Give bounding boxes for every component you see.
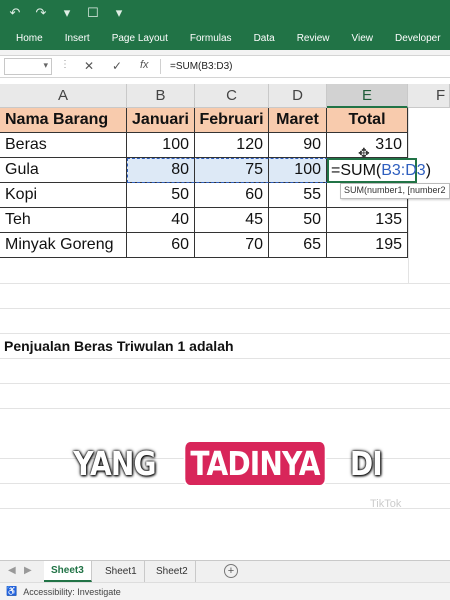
chevron-down-icon[interactable]: ▾ <box>43 60 48 71</box>
sheet-tab-sheet2[interactable]: Sheet2 <box>149 561 196 582</box>
table-cell[interactable]: 40 <box>127 208 195 233</box>
column-header-d[interactable]: D <box>269 84 327 108</box>
cancel-formula-button[interactable]: ✕ <box>84 59 94 73</box>
sheet-tab-bar: ◀ ▶ Sheet3 Sheet1 Sheet2 + <box>0 560 450 582</box>
video-caption: YANG TADINYA DI <box>0 440 450 487</box>
formula-input[interactable]: =SUM(B3:D3) <box>170 61 233 72</box>
column-header-f[interactable]: F <box>408 84 450 108</box>
table-cell[interactable]: 55 <box>269 183 327 208</box>
caption-highlight: TADINYA <box>183 440 327 487</box>
function-tooltip-text: SUM(number1, [number2 <box>344 185 446 195</box>
caption-word-highlighted: TADINYA <box>190 444 320 483</box>
sheet-tab-sheet3[interactable]: Sheet3 <box>44 561 92 582</box>
formula-bar: ▾ ⋮ ✕ ✓ fx =SUM(B3:D3) <box>0 56 450 78</box>
move-cursor-icon: ✥ <box>358 145 370 161</box>
table-cell[interactable]: Beras <box>0 133 127 158</box>
gridline <box>0 308 450 309</box>
tiktok-watermark: TikTok <box>370 498 402 510</box>
column-header-a[interactable]: A <box>0 84 127 108</box>
quick-access-toolbar: ↶ ↷ ▾ ☐ ▾ <box>0 0 450 26</box>
accessibility-icon[interactable]: ♿ <box>6 586 17 597</box>
gridline <box>0 333 450 334</box>
tab-data[interactable]: Data <box>254 33 275 44</box>
caption-word: DI <box>349 444 383 483</box>
gridline <box>0 408 450 409</box>
redo-dropdown-icon[interactable]: ▾ <box>58 4 76 22</box>
header-cell-maret[interactable]: Maret <box>269 108 327 133</box>
name-box[interactable]: ▾ <box>4 58 52 75</box>
table-cell[interactable]: 60 <box>195 183 269 208</box>
enter-formula-button[interactable]: ✓ <box>112 59 122 73</box>
formula-close-paren: ) <box>425 161 432 179</box>
table-cell[interactable]: 60 <box>127 233 195 258</box>
table-cell[interactable]: 90 <box>269 133 327 158</box>
status-bar: ♿ Accessibility: Investigate <box>0 582 450 600</box>
customize-icon[interactable]: ▾ <box>110 4 128 22</box>
excel-window: ↶ ↷ ▾ ☐ ▾ Home Insert Page Layout Formul… <box>0 0 450 600</box>
table-cell[interactable]: 195 <box>327 233 408 258</box>
sheet-tab-sheet1[interactable]: Sheet1 <box>98 561 145 582</box>
tab-formulas[interactable]: Formulas <box>190 33 232 44</box>
tab-page-layout[interactable]: Page Layout <box>112 33 168 44</box>
table-cell[interactable]: 50 <box>269 208 327 233</box>
formula-range-reference: B3:D3 <box>381 161 426 179</box>
caption-word: YANG <box>72 444 156 483</box>
next-sheet-arrow-icon[interactable]: ▶ <box>24 565 32 576</box>
column-header-e[interactable]: E <box>327 84 408 108</box>
insert-function-button[interactable]: fx <box>140 59 149 71</box>
column-header-c[interactable]: C <box>195 84 269 108</box>
function-tooltip[interactable]: SUM(number1, [number2 <box>340 183 450 199</box>
tab-developer[interactable]: Developer <box>395 33 441 44</box>
formula-function-text: =SUM( <box>331 161 382 179</box>
tab-view[interactable]: View <box>351 33 373 44</box>
column-header-b[interactable]: B <box>127 84 195 108</box>
table-cell[interactable]: Minyak Goreng <box>0 233 127 258</box>
prev-sheet-arrow-icon[interactable]: ◀ <box>8 565 16 576</box>
gridline <box>0 358 450 359</box>
header-cell-februari[interactable]: Februari <box>195 108 269 133</box>
table-cell[interactable]: 70 <box>195 233 269 258</box>
table-cell[interactable]: 65 <box>269 233 327 258</box>
accessibility-status[interactable]: Accessibility: Investigate <box>23 587 121 597</box>
undo-icon[interactable]: ↶ <box>6 4 24 22</box>
note-text[interactable]: Penjualan Beras Triwulan 1 adalah <box>4 338 234 354</box>
table-cell[interactable]: 50 <box>127 183 195 208</box>
redo-icon[interactable]: ↷ <box>32 4 50 22</box>
header-cell-januari[interactable]: Januari <box>127 108 195 133</box>
add-sheet-icon[interactable]: + <box>224 564 238 578</box>
checkbox-icon[interactable]: ☐ <box>84 4 102 22</box>
tab-insert[interactable]: Insert <box>65 33 90 44</box>
table-cell[interactable]: 120 <box>195 133 269 158</box>
tab-review[interactable]: Review <box>297 33 330 44</box>
formula-bar-divider <box>160 59 161 74</box>
selected-range-marquee <box>127 158 328 183</box>
table-cell[interactable]: 100 <box>127 133 195 158</box>
header-cell-nama-barang[interactable]: Nama Barang <box>0 108 127 133</box>
table-cell[interactable]: 135 <box>327 208 408 233</box>
tab-home[interactable]: Home <box>16 33 43 44</box>
gridline <box>0 283 450 284</box>
gridline <box>0 383 450 384</box>
table-cell[interactable]: Kopi <box>0 183 127 208</box>
table-cell[interactable]: Teh <box>0 208 127 233</box>
ribbon-tabs: Home Insert Page Layout Formulas Data Re… <box>0 26 450 50</box>
header-cell-total[interactable]: Total <box>327 108 408 133</box>
formula-bar-grip-icon: ⋮ <box>60 59 70 70</box>
cell-formula-editor[interactable]: =SUM(B3:D3) <box>327 158 431 183</box>
table-cell[interactable]: 45 <box>195 208 269 233</box>
table-cell[interactable]: Gula <box>0 158 127 183</box>
